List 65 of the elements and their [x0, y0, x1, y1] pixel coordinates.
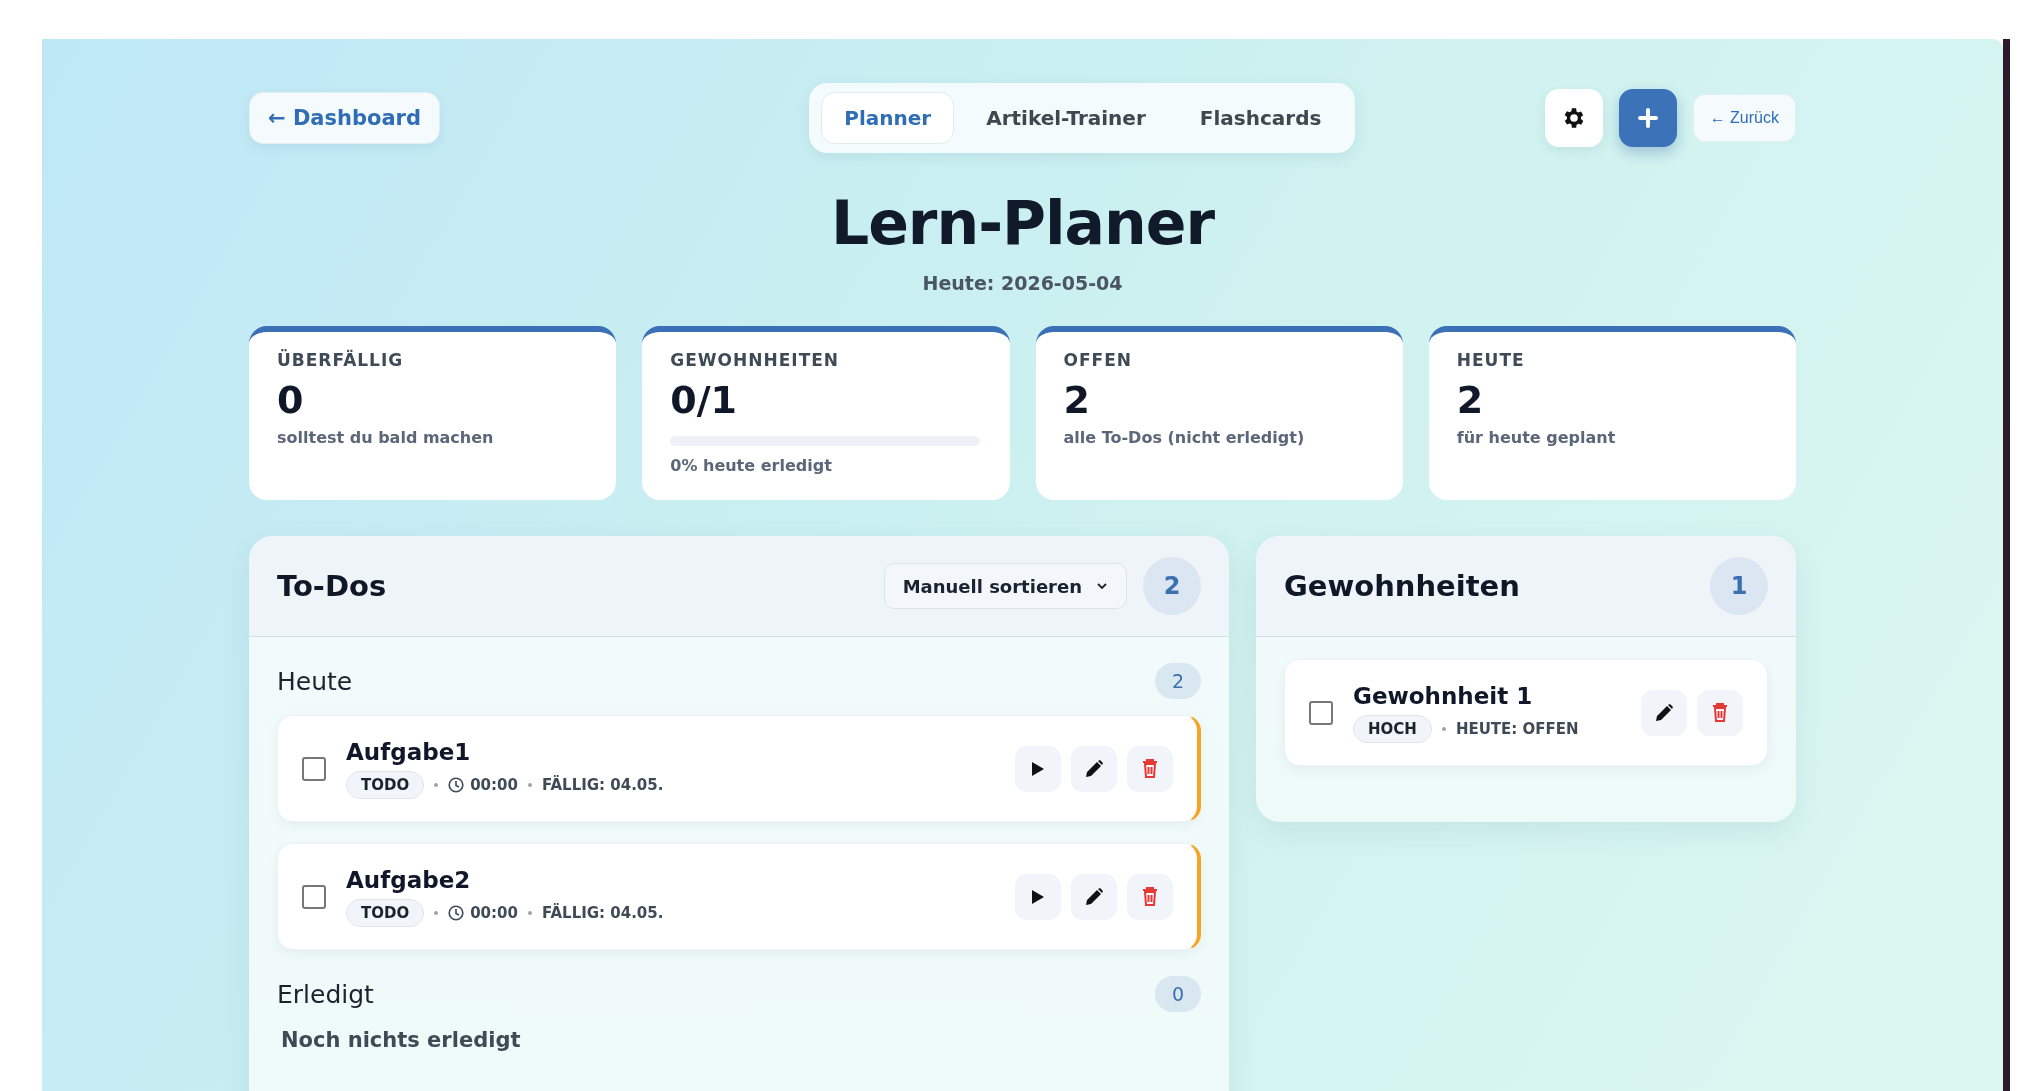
- stat-value: 0: [277, 378, 304, 422]
- play-button[interactable]: [1015, 873, 1061, 920]
- stat-label: GEWOHNHEITEN: [670, 350, 840, 370]
- checkbox[interactable]: [302, 756, 326, 781]
- status-tag: TODO: [346, 898, 425, 927]
- item-title: Aufgabe2: [346, 866, 472, 893]
- status-tag: TODO: [346, 770, 425, 799]
- dashboard-link[interactable]: ← Dashboard: [249, 92, 440, 144]
- item-title: Gewohnheit 1: [1353, 682, 1534, 709]
- clock-icon: [448, 904, 465, 921]
- pencil-icon: [1084, 758, 1104, 779]
- priority-tag: HOCH: [1353, 714, 1432, 743]
- edit-button[interactable]: [1641, 689, 1687, 736]
- edit-button[interactable]: [1071, 873, 1117, 920]
- item-title: Aufgabe1: [346, 738, 472, 765]
- settings-button[interactable]: [1544, 89, 1603, 147]
- due-date: FÄLLIG: 04.05.: [541, 903, 664, 922]
- time-text: 00:00: [470, 775, 518, 794]
- date-text: Heute: 2026-05-04: [921, 272, 1124, 294]
- sort-dropdown[interactable]: Manuell sortieren: [883, 563, 1127, 609]
- stat-label: ÜBERFÄLLIG: [277, 350, 404, 370]
- stat-caption: 0% heute erledigt: [670, 456, 832, 475]
- checkbox[interactable]: [1309, 700, 1333, 725]
- count-badge: 2: [1155, 663, 1201, 699]
- delete-button[interactable]: [1127, 745, 1173, 792]
- pencil-icon: [1654, 702, 1674, 723]
- panel-title: To-Dos: [277, 569, 387, 603]
- count-badge: 1: [1710, 557, 1768, 615]
- trash-icon: [1142, 887, 1158, 906]
- trash-icon: [1142, 759, 1158, 778]
- trash-icon: [1712, 703, 1728, 722]
- play-icon: [1031, 760, 1045, 777]
- stat-value: 2: [1063, 378, 1090, 422]
- play-icon: [1031, 888, 1045, 905]
- edit-button[interactable]: [1071, 745, 1117, 792]
- plus-icon: [1636, 107, 1659, 129]
- tab[interactable]: Planner: [821, 92, 955, 144]
- pencil-icon: [1084, 886, 1104, 907]
- stat-caption: für heute geplant: [1456, 428, 1616, 447]
- count-badge: 0: [1155, 976, 1201, 1012]
- stat-label: OFFEN: [1063, 350, 1133, 370]
- section-title: Heute: [277, 666, 353, 696]
- play-button[interactable]: [1015, 745, 1061, 792]
- time-text: 00:00: [470, 903, 518, 922]
- stat-value: 2: [1456, 378, 1484, 422]
- section-title: Erledigt: [277, 979, 374, 1009]
- stat-caption: alle To-Dos (nicht erledigt): [1063, 428, 1305, 447]
- stat-value: 0/1: [670, 378, 737, 422]
- due-date: FÄLLIG: 04.05.: [541, 775, 664, 794]
- add-button[interactable]: [1618, 89, 1677, 147]
- stat-caption: solltest du bald machen: [277, 428, 494, 447]
- stat-label: HEUTE: [1456, 350, 1525, 370]
- page-title: Lern-Planer: [829, 188, 1216, 258]
- panel-title: Gewohnheiten: [1284, 569, 1520, 603]
- checkbox[interactable]: [302, 884, 326, 909]
- delete-button[interactable]: [1127, 873, 1173, 920]
- delete-button[interactable]: [1697, 689, 1743, 736]
- tab[interactable]: Artikel-Trainer: [964, 92, 1168, 144]
- count-badge: 2: [1143, 557, 1201, 615]
- status-text: HEUTE: OFFEN: [1455, 719, 1579, 738]
- chevron-icon: [1096, 582, 1108, 590]
- back-button[interactable]: ← Zurück: [1692, 94, 1796, 142]
- clock-icon: [448, 776, 465, 793]
- tab[interactable]: Flashcards: [1177, 92, 1344, 144]
- empty-message: Noch nichts erledigt: [281, 1028, 522, 1052]
